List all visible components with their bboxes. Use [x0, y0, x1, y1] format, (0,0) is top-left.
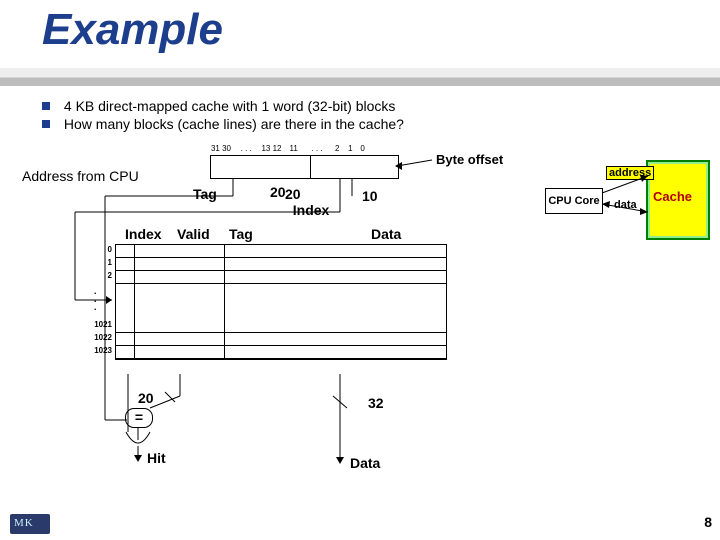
table-row-gap: [116, 284, 446, 296]
row-index: 0: [88, 245, 112, 254]
hit-label: Hit: [147, 450, 166, 466]
th-valid: Valid: [177, 226, 210, 242]
address-index-field: [310, 155, 378, 179]
table-ellipsis: . . .: [94, 287, 97, 311]
table-row: 1023: [116, 346, 446, 359]
data-pin-label: data: [614, 199, 637, 211]
table-row: 2: [116, 271, 446, 284]
index-label: 20 Index: [285, 186, 329, 218]
publisher-logo: [10, 514, 50, 534]
table-row-gap: [116, 308, 446, 320]
row-index: 1021: [88, 320, 112, 329]
cpu-core-block: CPU Core: [545, 188, 603, 214]
bullet-1: 4 KB direct-mapped cache with 1 word (32…: [42, 98, 395, 114]
page-number: 8: [704, 514, 712, 530]
data-out-label: Data: [350, 455, 380, 471]
row-index: 2: [88, 271, 112, 280]
table-row: 1: [116, 258, 446, 271]
cache-table: Index Valid Tag Data 012102110221023. . …: [115, 226, 445, 360]
address-bit-numbers: 31 30 . . . 13 12 11 . . . 2 1 0: [210, 144, 368, 153]
th-data: Data: [371, 226, 401, 242]
table-row: 1022: [116, 333, 446, 346]
row-index: 1: [88, 258, 112, 267]
bullet-1-text: 4 KB direct-mapped cache with 1 word (32…: [64, 98, 395, 114]
th-index: Index: [125, 226, 162, 242]
tag-label: Tag: [193, 186, 217, 202]
tag-bits: 20: [270, 184, 286, 200]
cache-block-label: Cache: [653, 189, 692, 204]
address-from-cpu-label: Address from CPU: [22, 168, 139, 184]
table-row-gap: [116, 296, 446, 308]
comparator: =: [125, 408, 153, 428]
row-index: 1022: [88, 333, 112, 342]
page-title: Example: [40, 0, 225, 60]
th-tag: Tag: [229, 226, 253, 242]
bullet-icon: [42, 102, 50, 110]
tag-bus-width: 20: [138, 390, 154, 406]
data-bus-width: 32: [368, 395, 384, 411]
byte-offset-label: Byte offset: [436, 152, 503, 167]
address-pin-label: address: [606, 166, 654, 180]
header-stripe: [0, 68, 720, 86]
row-index: 1023: [88, 346, 112, 355]
address-byteoffset-field: [376, 155, 399, 179]
bullet-icon: [42, 120, 50, 128]
address-tag-field: [210, 155, 312, 179]
bullet-2-text: How many blocks (cache lines) are there …: [64, 116, 404, 132]
table-row: 1021: [116, 320, 446, 333]
table-row: 0: [116, 245, 446, 258]
index-bits: 10: [362, 188, 378, 204]
cache-table-body: 012102110221023. . .: [115, 244, 447, 360]
bullet-2: How many blocks (cache lines) are there …: [42, 116, 404, 132]
